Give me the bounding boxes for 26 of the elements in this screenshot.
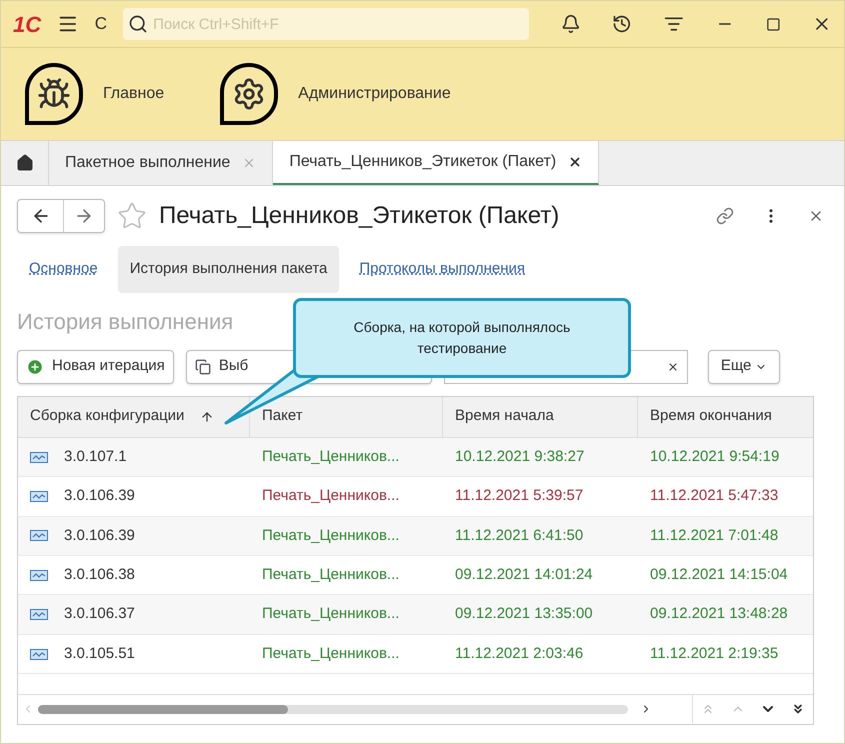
table-cell-text: Печать_Ценников... <box>261 564 400 585</box>
table-cell-text: 3.0.106.38 <box>64 564 135 585</box>
table-cell-text: 09.12.2021 13:35:00 <box>454 604 594 624</box>
table-cell-text: 3.0.105.51 <box>64 644 135 664</box>
table-cell-text: 3.0.107.1 <box>64 446 127 467</box>
table-cell-text: 11.12.2021 5:39:57 <box>454 486 584 506</box>
table-cell-text: 3.0.106.39 <box>64 486 135 506</box>
table-cell-text: 3.0.106.39 <box>64 526 135 546</box>
table-cell-text: 09.12.2021 14:01:24 <box>454 564 594 585</box>
table-cell-text: 11.12.2021 6:41:50 <box>454 526 584 546</box>
table-cell-text: 11.12.2021 7:01:48 <box>649 526 780 546</box>
table-cell-text: 11.12.2021 2:19:35 <box>649 644 780 664</box>
table-cell-text: Печать_Ценников... <box>261 604 400 624</box>
table-cell-text: Печать_Ценников... <box>261 526 400 546</box>
table-cell-text: 10.12.2021 9:54:19 <box>649 446 780 467</box>
table-cell-text: Печать_Ценников... <box>261 644 400 664</box>
table-cell-text: 3.0.106.37 <box>64 604 135 624</box>
table-cell-text: 11.12.2021 5:47:33 <box>649 486 780 506</box>
table-cell-text: 09.12.2021 14:15:04 <box>649 564 789 585</box>
table-cell-text: 10.12.2021 9:38:27 <box>454 446 586 467</box>
form-title: Печать_Ценников_Этикеток (Пакет) <box>159 201 560 231</box>
table-cell-text: Печать_Ценников... <box>261 486 400 506</box>
table-cell-text: 09.12.2021 13:48:28 <box>649 604 789 624</box>
table-cell-text: 11.12.2021 2:03:46 <box>454 644 584 664</box>
table-cell-text: Печать_Ценников... <box>261 446 400 467</box>
section-title: История выполнения <box>17 308 234 336</box>
